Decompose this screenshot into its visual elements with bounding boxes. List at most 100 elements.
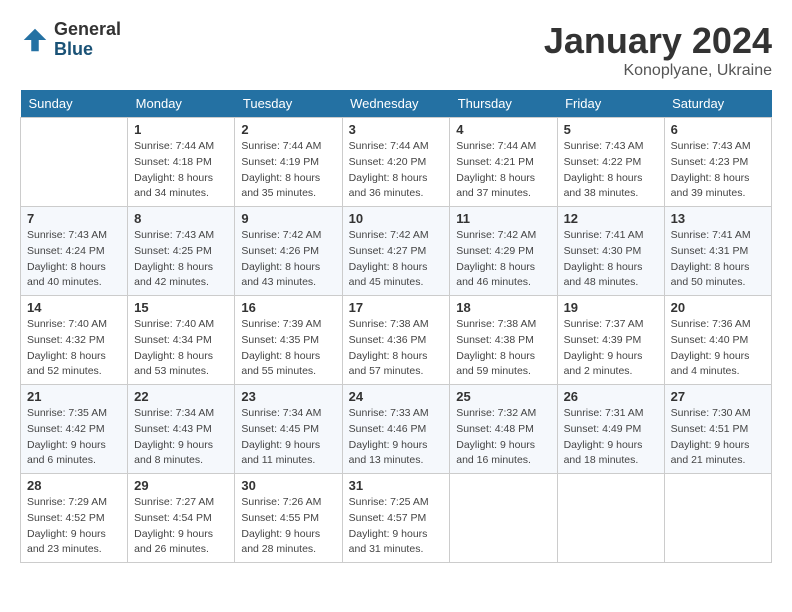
calendar-cell: 17 Sunrise: 7:38 AMSunset: 4:36 PMDayligh… bbox=[342, 296, 450, 385]
calendar-cell: 18Sunrise: 7:38 AMSunset: 4:38 PMDayligh… bbox=[450, 296, 557, 385]
day-number: 21 bbox=[27, 389, 121, 404]
logo-icon bbox=[20, 25, 50, 55]
header-thursday: Thursday bbox=[450, 90, 557, 118]
day-info: Sunrise: 7:25 AMSunset: 4:57 PMDaylight:… bbox=[349, 495, 444, 558]
day-number: 11 bbox=[456, 211, 550, 226]
day-info: Sunrise: 7:33 AMSunset: 4:46 PMDaylight:… bbox=[349, 406, 444, 469]
day-number: 14 bbox=[27, 300, 121, 315]
title-section: January 2024 Konoplyane, Ukraine bbox=[544, 20, 772, 80]
day-info: Sunrise: 7:43 AMSunset: 4:22 PMDaylight:… bbox=[564, 139, 658, 202]
calendar-cell: 8 Sunrise: 7:43 AMSunset: 4:25 PMDaylight… bbox=[128, 207, 235, 296]
calendar-cell: 31Sunrise: 7:25 AMSunset: 4:57 PMDayligh… bbox=[342, 474, 450, 563]
calendar-week-3: 14Sunrise: 7:40 AMSunset: 4:32 PMDayligh… bbox=[21, 296, 772, 385]
day-info: Sunrise: 7:37 AMSunset: 4:39 PMDaylight:… bbox=[564, 317, 658, 380]
day-number: 10 bbox=[349, 211, 444, 226]
day-info: Sunrise: 7:43 AMSunset: 4:25 PMDaylight:… bbox=[134, 228, 228, 291]
calendar-cell: 4 Sunrise: 7:44 AMSunset: 4:21 PMDaylight… bbox=[450, 118, 557, 207]
day-info: Sunrise: 7:42 AMSunset: 4:29 PMDaylight:… bbox=[456, 228, 550, 291]
calendar-cell: 19 Sunrise: 7:37 AMSunset: 4:39 PMDayligh… bbox=[557, 296, 664, 385]
calendar-week-2: 7Sunrise: 7:43 AMSunset: 4:24 PMDaylight… bbox=[21, 207, 772, 296]
day-number: 25 bbox=[456, 389, 550, 404]
header-saturday: Saturday bbox=[664, 90, 771, 118]
day-info: Sunrise: 7:38 AMSunset: 4:38 PMDaylight:… bbox=[456, 317, 550, 380]
day-info: Sunrise: 7:44 AMSunset: 4:21 PMDaylight:… bbox=[456, 139, 550, 202]
day-number: 6 bbox=[671, 122, 765, 137]
location-title: Konoplyane, Ukraine bbox=[544, 62, 772, 80]
day-number: 5 bbox=[564, 122, 658, 137]
calendar-cell: 12Sunrise: 7:41 AMSunset: 4:30 PMDayligh… bbox=[557, 207, 664, 296]
day-number: 20 bbox=[671, 300, 765, 315]
calendar-cell: 26 Sunrise: 7:31 AMSunset: 4:49 PMDayligh… bbox=[557, 385, 664, 474]
calendar-cell: 1 Sunrise: 7:44 AMSunset: 4:18 PMDaylight… bbox=[128, 118, 235, 207]
day-number: 19 bbox=[564, 300, 658, 315]
day-info: Sunrise: 7:34 AMSunset: 4:45 PMDaylight:… bbox=[241, 406, 335, 469]
calendar-cell bbox=[557, 474, 664, 563]
day-info: Sunrise: 7:35 AMSunset: 4:42 PMDaylight:… bbox=[27, 406, 121, 469]
calendar-cell: 3 Sunrise: 7:44 AMSunset: 4:20 PMDaylight… bbox=[342, 118, 450, 207]
weekday-header-row: Sunday Monday Tuesday Wednesday Thursday… bbox=[21, 90, 772, 118]
logo: General Blue bbox=[20, 20, 121, 60]
calendar-cell: 15 Sunrise: 7:40 AMSunset: 4:34 PMDayligh… bbox=[128, 296, 235, 385]
day-number: 16 bbox=[241, 300, 335, 315]
calendar-week-5: 28Sunrise: 7:29 AMSunset: 4:52 PMDayligh… bbox=[21, 474, 772, 563]
day-info: Sunrise: 7:34 AMSunset: 4:43 PMDaylight:… bbox=[134, 406, 228, 469]
day-number: 23 bbox=[241, 389, 335, 404]
calendar-week-1: 1 Sunrise: 7:44 AMSunset: 4:18 PMDaylight… bbox=[21, 118, 772, 207]
day-info: Sunrise: 7:27 AMSunset: 4:54 PMDaylight:… bbox=[134, 495, 228, 558]
day-info: Sunrise: 7:43 AMSunset: 4:23 PMDaylight:… bbox=[671, 139, 765, 202]
logo-general: General bbox=[54, 20, 121, 40]
day-info: Sunrise: 7:42 AMSunset: 4:26 PMDaylight:… bbox=[241, 228, 335, 291]
day-number: 2 bbox=[241, 122, 335, 137]
day-info: Sunrise: 7:44 AMSunset: 4:18 PMDaylight:… bbox=[134, 139, 228, 202]
calendar-cell: 25 Sunrise: 7:32 AMSunset: 4:48 PMDayligh… bbox=[450, 385, 557, 474]
day-info: Sunrise: 7:41 AMSunset: 4:30 PMDaylight:… bbox=[564, 228, 658, 291]
calendar-cell: 10 Sunrise: 7:42 AMSunset: 4:27 PMDayligh… bbox=[342, 207, 450, 296]
day-number: 27 bbox=[671, 389, 765, 404]
calendar-cell bbox=[664, 474, 771, 563]
calendar-cell: 9 Sunrise: 7:42 AMSunset: 4:26 PMDaylight… bbox=[235, 207, 342, 296]
day-info: Sunrise: 7:26 AMSunset: 4:55 PMDaylight:… bbox=[241, 495, 335, 558]
calendar-cell: 23 Sunrise: 7:34 AMSunset: 4:45 PMDayligh… bbox=[235, 385, 342, 474]
day-info: Sunrise: 7:38 AMSunset: 4:36 PMDaylight:… bbox=[349, 317, 444, 380]
day-number: 8 bbox=[134, 211, 228, 226]
calendar-cell: 7Sunrise: 7:43 AMSunset: 4:24 PMDaylight… bbox=[21, 207, 128, 296]
calendar-cell: 22 Sunrise: 7:34 AMSunset: 4:43 PMDayligh… bbox=[128, 385, 235, 474]
calendar-cell bbox=[450, 474, 557, 563]
header-tuesday: Tuesday bbox=[235, 90, 342, 118]
day-number: 1 bbox=[134, 122, 228, 137]
header-monday: Monday bbox=[128, 90, 235, 118]
day-info: Sunrise: 7:39 AMSunset: 4:35 PMDaylight:… bbox=[241, 317, 335, 380]
day-info: Sunrise: 7:36 AMSunset: 4:40 PMDaylight:… bbox=[671, 317, 765, 380]
calendar-table: Sunday Monday Tuesday Wednesday Thursday… bbox=[20, 90, 772, 563]
header-friday: Friday bbox=[557, 90, 664, 118]
calendar-cell: 30Sunrise: 7:26 AMSunset: 4:55 PMDayligh… bbox=[235, 474, 342, 563]
day-number: 22 bbox=[134, 389, 228, 404]
calendar-cell: 16 Sunrise: 7:39 AMSunset: 4:35 PMDayligh… bbox=[235, 296, 342, 385]
calendar-cell: 27 Sunrise: 7:30 AMSunset: 4:51 PMDayligh… bbox=[664, 385, 771, 474]
day-number: 28 bbox=[27, 478, 121, 493]
day-info: Sunrise: 7:44 AMSunset: 4:20 PMDaylight:… bbox=[349, 139, 444, 202]
day-number: 3 bbox=[349, 122, 444, 137]
day-info: Sunrise: 7:32 AMSunset: 4:48 PMDaylight:… bbox=[456, 406, 550, 469]
calendar-cell: 14Sunrise: 7:40 AMSunset: 4:32 PMDayligh… bbox=[21, 296, 128, 385]
calendar-cell: 6 Sunrise: 7:43 AMSunset: 4:23 PMDaylight… bbox=[664, 118, 771, 207]
header-sunday: Sunday bbox=[21, 90, 128, 118]
day-number: 24 bbox=[349, 389, 444, 404]
day-number: 15 bbox=[134, 300, 228, 315]
day-info: Sunrise: 7:40 AMSunset: 4:34 PMDaylight:… bbox=[134, 317, 228, 380]
day-number: 4 bbox=[456, 122, 550, 137]
day-info: Sunrise: 7:41 AMSunset: 4:31 PMDaylight:… bbox=[671, 228, 765, 291]
day-number: 9 bbox=[241, 211, 335, 226]
calendar-cell: 24 Sunrise: 7:33 AMSunset: 4:46 PMDayligh… bbox=[342, 385, 450, 474]
day-number: 17 bbox=[349, 300, 444, 315]
day-info: Sunrise: 7:42 AMSunset: 4:27 PMDaylight:… bbox=[349, 228, 444, 291]
month-title: January 2024 bbox=[544, 20, 772, 62]
day-info: Sunrise: 7:44 AMSunset: 4:19 PMDaylight:… bbox=[241, 139, 335, 202]
day-number: 26 bbox=[564, 389, 658, 404]
calendar-cell: 13Sunrise: 7:41 AMSunset: 4:31 PMDayligh… bbox=[664, 207, 771, 296]
calendar-cell: 21 Sunrise: 7:35 AMSunset: 4:42 PMDayligh… bbox=[21, 385, 128, 474]
day-info: Sunrise: 7:30 AMSunset: 4:51 PMDaylight:… bbox=[671, 406, 765, 469]
day-number: 29 bbox=[134, 478, 228, 493]
day-info: Sunrise: 7:31 AMSunset: 4:49 PMDaylight:… bbox=[564, 406, 658, 469]
calendar-cell bbox=[21, 118, 128, 207]
